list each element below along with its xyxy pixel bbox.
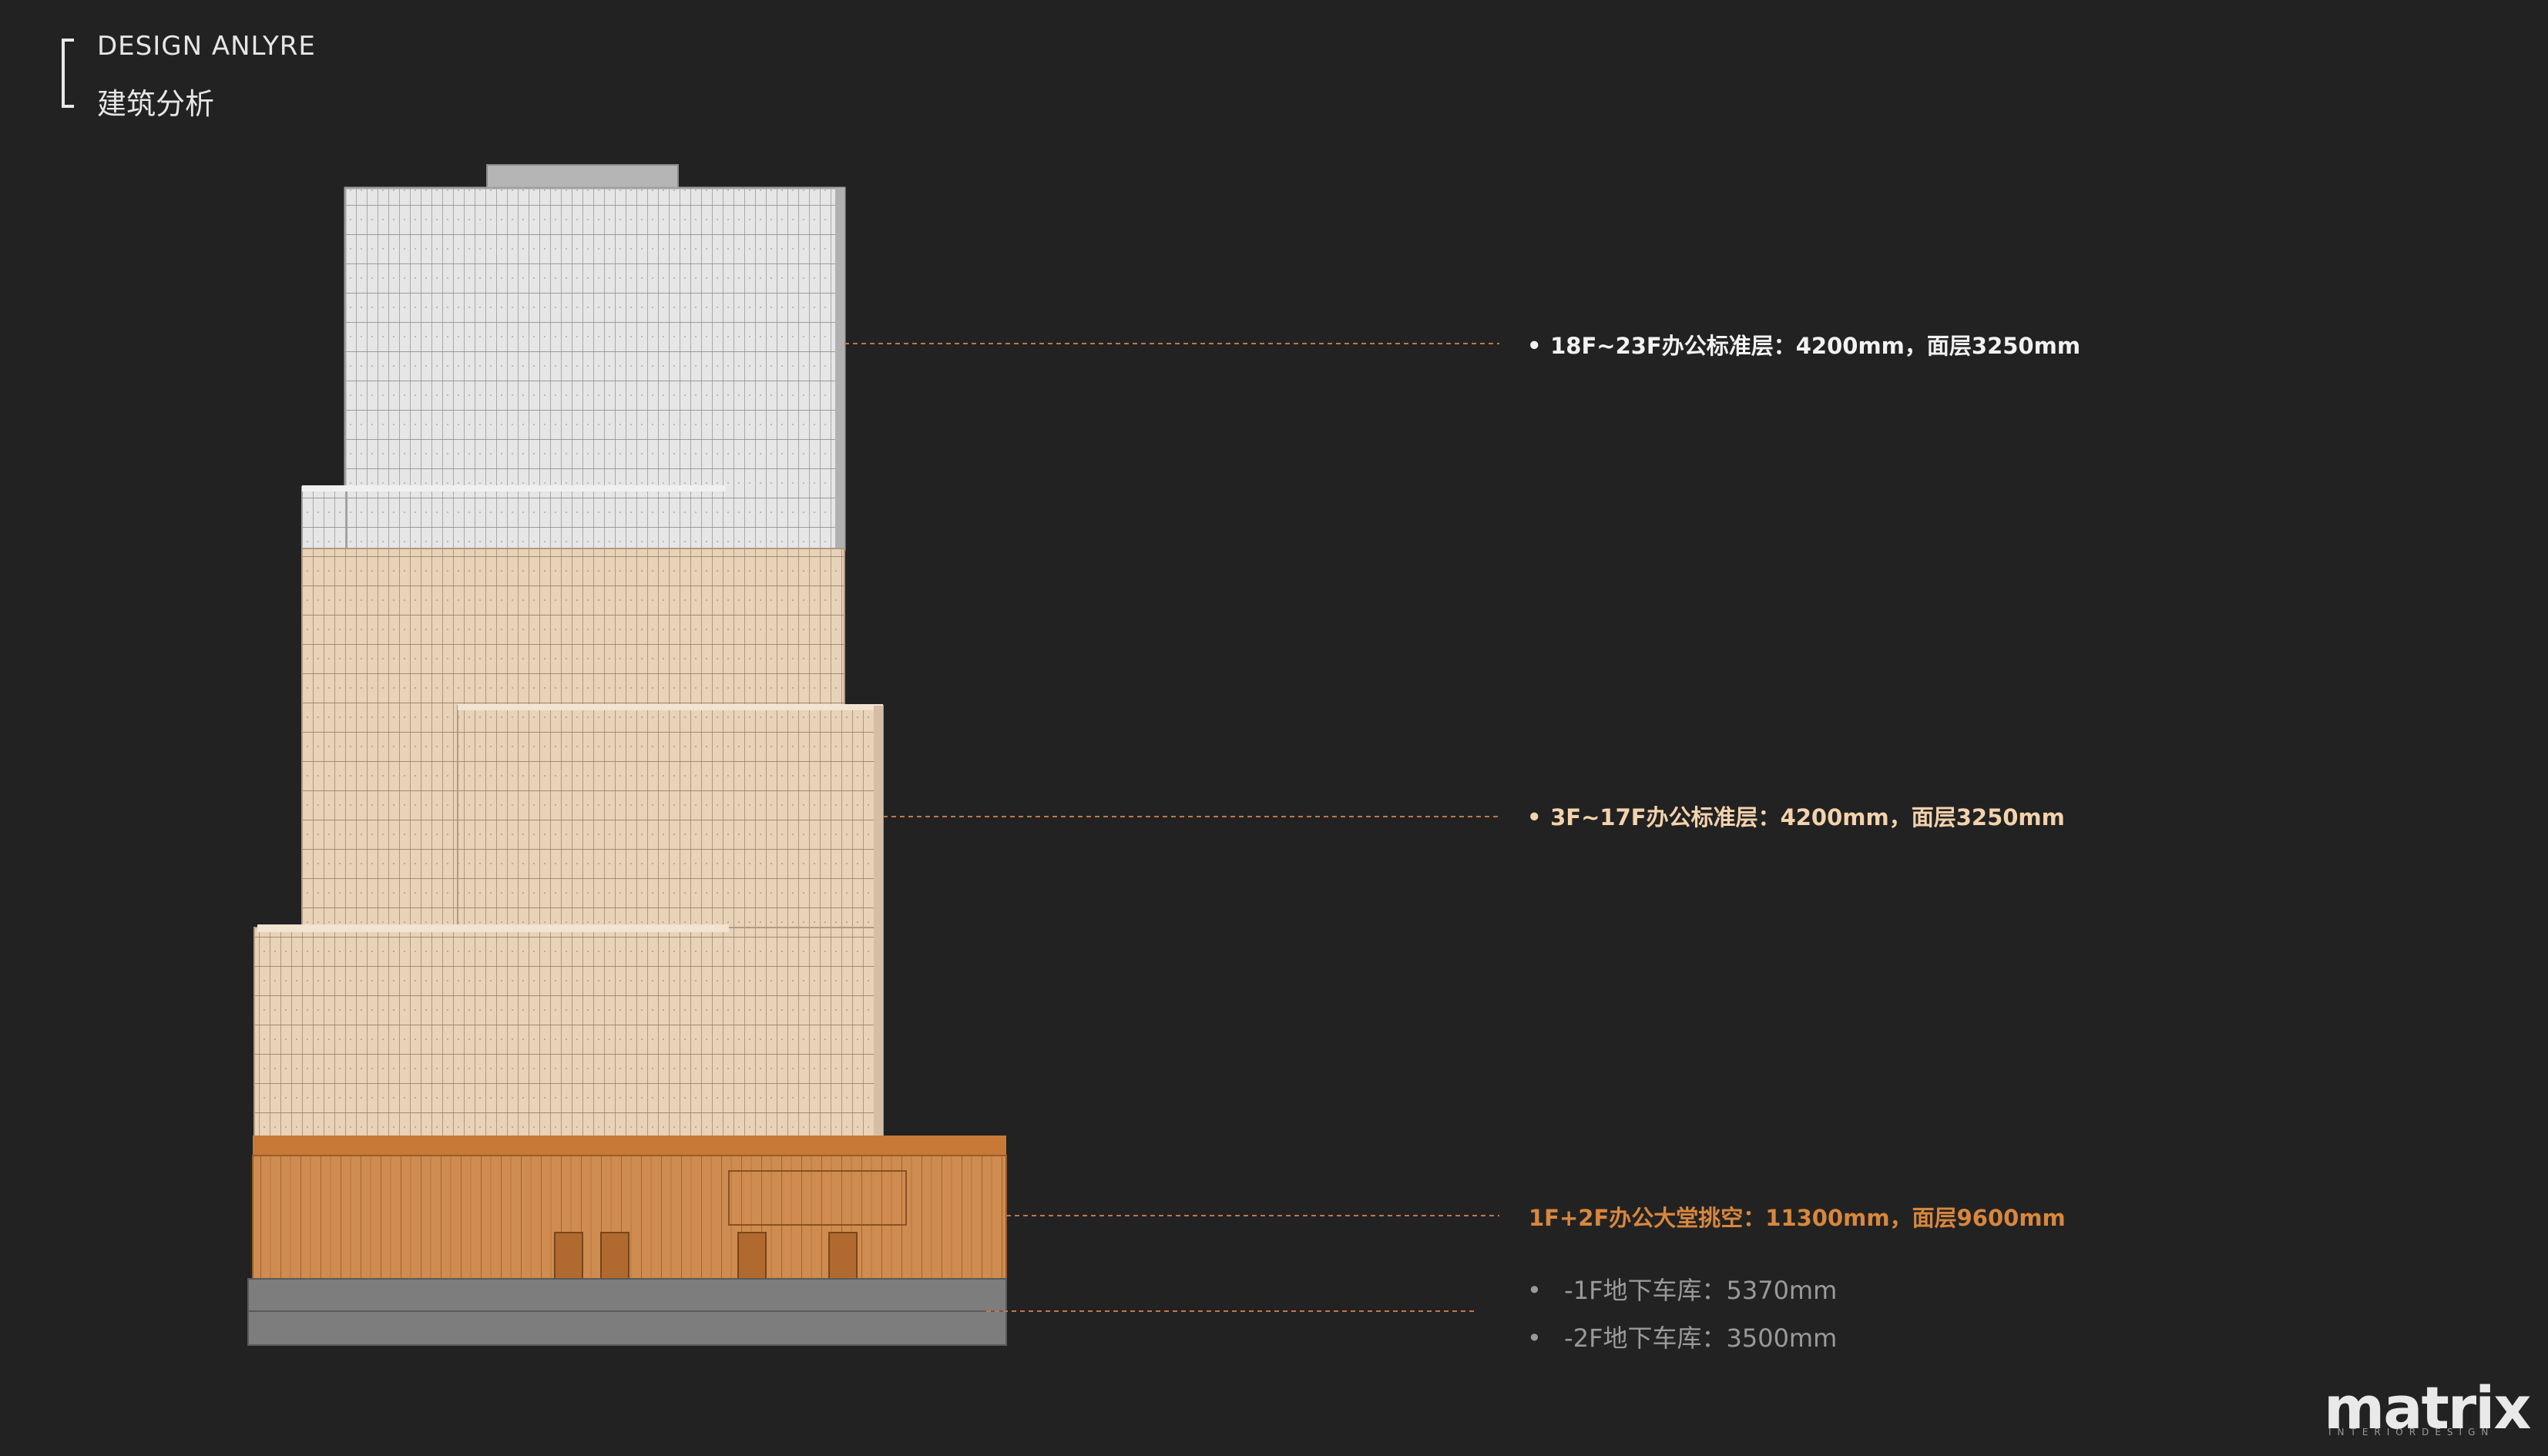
lobby-entrance-1 [554,1232,583,1280]
matrix-logo-tagline: INTERIORDESIGN [2328,1427,2495,1438]
terrace-line-mid [458,704,883,710]
annotation-mid-label: 3F~17F办公标准层：4200mm，面层3250mm [1550,804,2065,830]
annotation-basement-1-label: -1F地下车库：5370mm [1564,1276,1838,1305]
basement-2f [247,1310,1007,1346]
annotation-upper-label: 18F~23F办公标准层：4200mm，面层3250mm [1550,333,2081,359]
mid-tower-lower [253,927,884,1138]
lobby-entrance-3 [737,1232,767,1280]
lobby-band [253,1136,1006,1157]
lobby-entrance-4 [828,1232,858,1280]
annotation-mid-floors: • 3F~17F办公标准层：4200mm，面层3250mm [1527,800,2065,832]
bullet: • [1527,333,1542,359]
bullet: • [1527,804,1542,830]
mid-right-edge [874,706,883,1137]
annotation-basement-2-label: -2F地下车库：3500mm [1564,1323,1838,1353]
upper-setback [301,486,347,551]
building-elevation [247,164,1499,1346]
annotation-lobby-label: 1F+2F办公大堂挑空：11300mm，面层9600mm [1529,1205,2066,1231]
bullet: • [1527,1276,1542,1305]
lobby-entrance-2 [600,1232,629,1280]
bullet: • [1527,1323,1542,1353]
terrace-line-low [257,924,729,932]
terrace-line-upper [302,485,726,491]
upper-tower [344,186,846,552]
annotation-basement-1: • -1F地下车库：5370mm [1527,1271,1837,1307]
basement-1f [247,1278,1007,1312]
roof-mechanical [486,164,679,190]
upper-tower-edge [835,188,844,550]
annotation-lobby: 1F+2F办公大堂挑空：11300mm，面层9600mm [1529,1200,2066,1233]
annotation-basement-2: • -2F地下车库：3500mm [1527,1319,1837,1354]
annotation-upper-floors: • 18F~23F办公标准层：4200mm，面层3250mm [1527,328,2080,361]
